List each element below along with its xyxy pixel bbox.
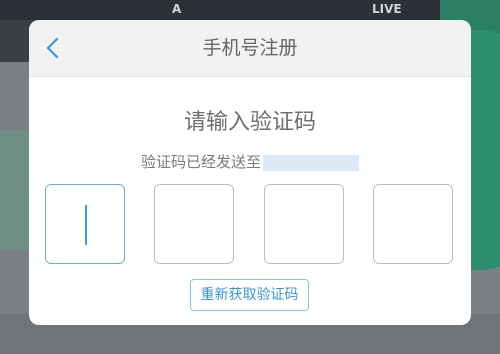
masked-phone-number — [263, 154, 359, 171]
code-digit-input-1[interactable] — [45, 184, 125, 264]
background-tab-live: LIVE — [372, 2, 402, 16]
background-tab-a: A — [172, 2, 182, 16]
chevron-left-icon — [46, 37, 59, 59]
app-screen: A LIVE 手机号注册 请输入验证码 验证码已经发送至 重新获取验证码 — [0, 0, 500, 354]
back-button[interactable] — [37, 30, 71, 66]
code-digit-input-4[interactable] — [373, 184, 453, 264]
code-digit-input-2[interactable] — [154, 184, 234, 264]
code-digit-input-3[interactable] — [264, 184, 344, 264]
dialog-header: 手机号注册 — [29, 20, 471, 77]
dialog-title: 手机号注册 — [202, 37, 298, 59]
code-sent-text: 验证码已经发送至 — [140, 153, 261, 171]
resend-code-button[interactable]: 重新获取验证码 — [190, 279, 309, 311]
background-top-bar — [0, 0, 500, 20]
verification-heading: 请输入验证码 — [183, 110, 316, 135]
code-sent-notice: 验证码已经发送至 — [29, 151, 471, 172]
text-cursor — [85, 205, 87, 245]
phone-register-dialog: 手机号注册 请输入验证码 验证码已经发送至 重新获取验证码 — [29, 20, 471, 325]
